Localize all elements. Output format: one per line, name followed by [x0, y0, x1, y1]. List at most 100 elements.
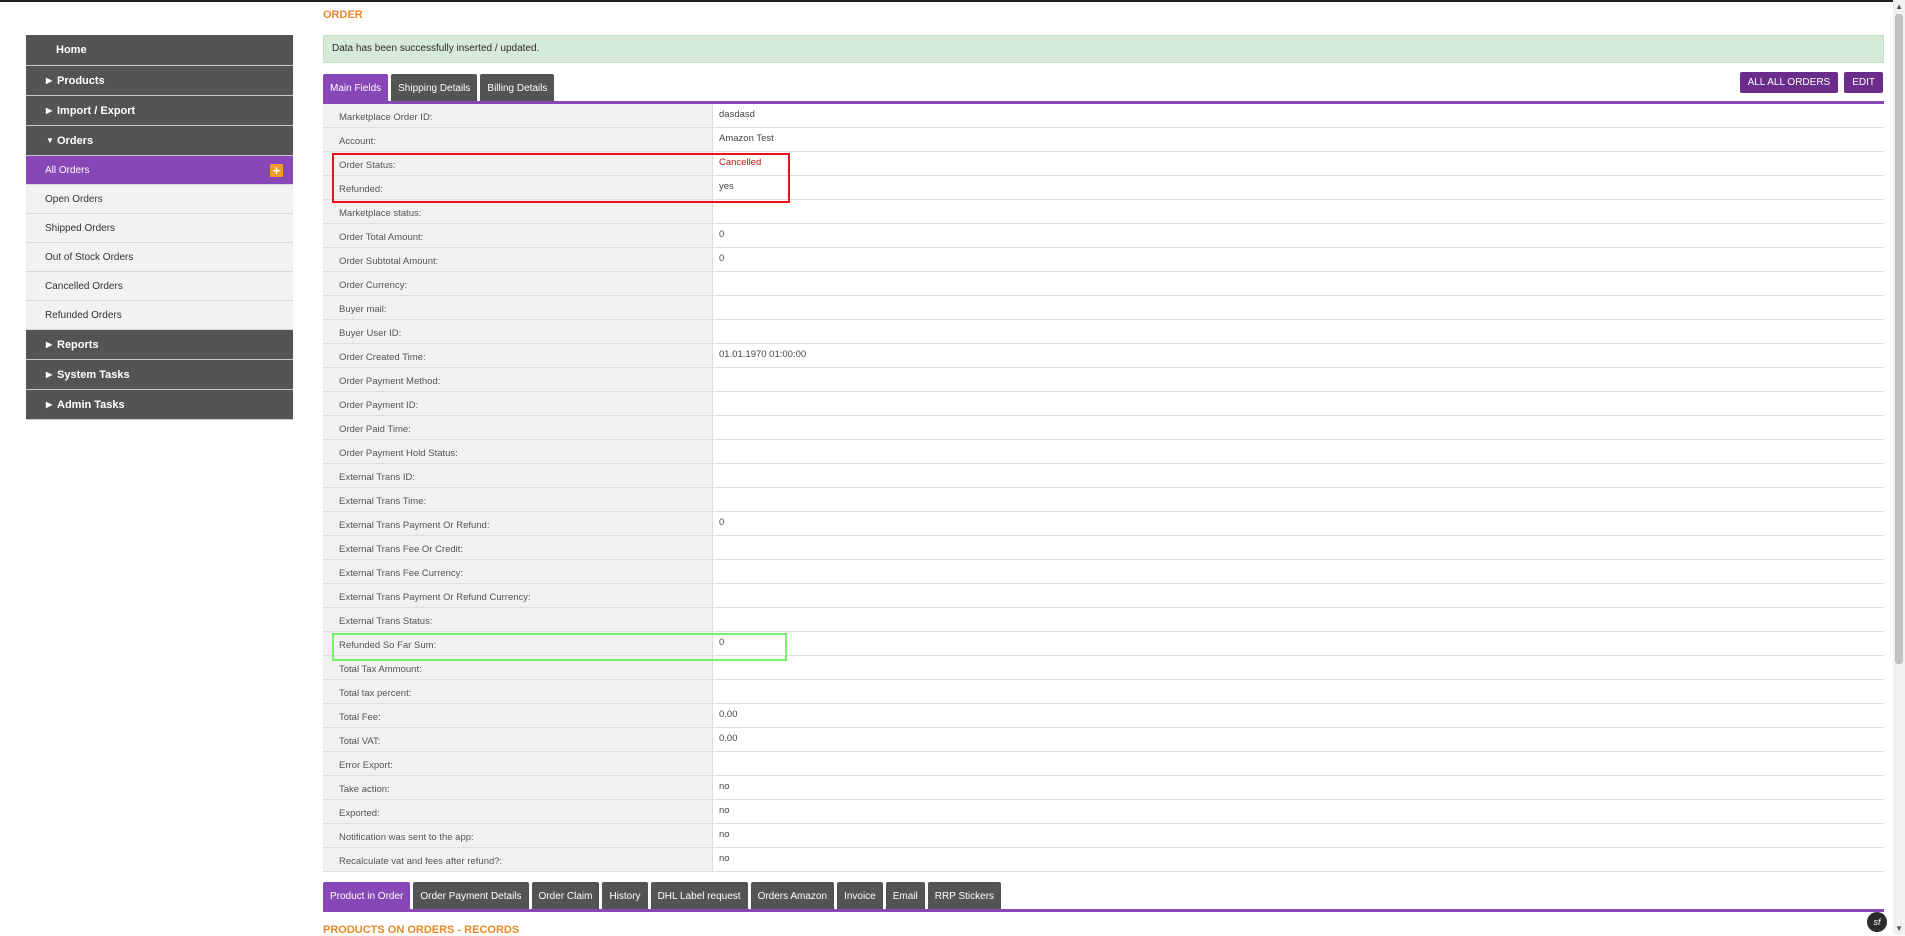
- sidebar-item-label: Shipped Orders: [45, 222, 116, 234]
- field-label: Order Payment Hold Status:: [323, 440, 713, 463]
- sidebar-home[interactable]: Home: [26, 35, 293, 66]
- field-row: Buyer User ID:: [323, 320, 1884, 344]
- bottom-tab[interactable]: Invoice: [837, 882, 883, 910]
- bottom-tab[interactable]: DHL Label request: [650, 882, 748, 910]
- sidebar-item-label: Refunded Orders: [45, 309, 122, 321]
- sidebar-nav: Home ▶ Products ▶ Import / Export ▼ Orde…: [26, 35, 293, 420]
- page-title: ORDER: [323, 9, 363, 21]
- field-value: 0: [719, 517, 725, 528]
- field-value: [713, 584, 1884, 607]
- field-row: Order Subtotal Amount: 0: [323, 248, 1884, 272]
- field-label: Order Status:: [323, 152, 713, 175]
- field-label: Order Payment ID:: [323, 392, 713, 415]
- field-label: External Trans Payment Or Refund Currenc…: [323, 584, 713, 607]
- scroll-up-icon[interactable]: ▲: [1895, 2, 1903, 11]
- sidebar-products[interactable]: ▶ Products: [26, 66, 293, 96]
- plus-icon[interactable]: +: [270, 164, 283, 177]
- bottom-tabs: Product in Order Order Payment Details Ord…: [323, 882, 1002, 910]
- top-tabs: Main Fields Shipping Details Billing Det…: [323, 74, 555, 102]
- sidebar-item-all-orders[interactable]: All Orders +: [26, 156, 293, 185]
- field-value: [713, 656, 1884, 679]
- field-row: Error Export:: [323, 752, 1884, 776]
- field-row: Account: Amazon Test: [323, 128, 1884, 152]
- sidebar-products-label: Products: [57, 74, 105, 87]
- field-row: Order Currency:: [323, 272, 1884, 296]
- field-value: [713, 296, 1884, 319]
- sidebar-item-label: Open Orders: [45, 193, 103, 205]
- field-value: [713, 200, 1884, 223]
- tab-main-fields[interactable]: Main Fields: [323, 74, 389, 102]
- bottom-tab[interactable]: Email: [885, 882, 925, 910]
- bottom-tab[interactable]: RRP Stickers: [927, 882, 1002, 910]
- scrollbar-thumb[interactable]: [1895, 14, 1903, 664]
- field-label: Marketplace status:: [323, 200, 713, 223]
- tab-shipping-details[interactable]: Shipping Details: [391, 74, 478, 102]
- sidebar-reports[interactable]: ▶ Reports: [26, 330, 293, 360]
- success-alert: Data has been successfully inserted / up…: [323, 35, 1884, 63]
- sidebar-import-export[interactable]: ▶ Import / Export: [26, 96, 293, 126]
- sidebar-system-tasks[interactable]: ▶ System Tasks: [26, 360, 293, 390]
- tab-billing-details[interactable]: Billing Details: [480, 74, 555, 102]
- bottom-tab[interactable]: History: [602, 882, 648, 910]
- field-row: Total VAT: 0.00: [323, 728, 1884, 752]
- field-label: Order Subtotal Amount:: [323, 248, 713, 271]
- field-label: Refunded So Far Sum:: [323, 632, 713, 655]
- field-label: Total Tax Ammount:: [323, 656, 713, 679]
- field-row: Order Created Time: 01.01.1970 01:00:00: [323, 344, 1884, 368]
- caret-down-icon: ▼: [46, 136, 54, 145]
- field-value: 0.00: [719, 709, 738, 720]
- field-row: Total Fee: 0.00: [323, 704, 1884, 728]
- bottom-tab[interactable]: Order Claim: [531, 882, 600, 910]
- scroll-down-icon[interactable]: ▼: [1895, 924, 1903, 933]
- sidebar-home-label: Home: [56, 44, 87, 56]
- field-value: no: [719, 805, 730, 816]
- sidebar-item-label: Cancelled Orders: [45, 280, 123, 292]
- bottom-tab[interactable]: Product in Order: [323, 882, 411, 910]
- sidebar-item-open-orders[interactable]: Open Orders: [26, 185, 293, 214]
- sidebar-item-label: Out of Stock Orders: [45, 251, 134, 263]
- field-value: [713, 752, 1884, 775]
- vertical-scrollbar[interactable]: ▲ ▼: [1893, 0, 1905, 935]
- sidebar-item-out-of-stock-orders[interactable]: Out of Stock Orders: [26, 243, 293, 272]
- field-value: [713, 536, 1884, 559]
- field-value: Cancelled: [719, 157, 762, 168]
- sidebar-item-cancelled-orders[interactable]: Cancelled Orders: [26, 272, 293, 301]
- field-label: Take action:: [323, 776, 713, 799]
- symfony-toolbar-icon[interactable]: sf: [1867, 912, 1887, 932]
- field-label: Order Total Amount:: [323, 224, 713, 247]
- sidebar-item-shipped-orders[interactable]: Shipped Orders: [26, 214, 293, 243]
- field-row: Total Tax Ammount:: [323, 656, 1884, 680]
- field-value: [713, 320, 1884, 343]
- field-label: Order Paid Time:: [323, 416, 713, 439]
- field-label: Exported:: [323, 800, 713, 823]
- field-row: Refunded: yes: [323, 176, 1884, 200]
- field-row: Order Status: Cancelled: [323, 152, 1884, 176]
- all-orders-button[interactable]: ALL ALL ORDERS: [1739, 72, 1839, 93]
- sidebar-orders[interactable]: ▼ Orders: [26, 126, 293, 156]
- field-label: Refunded:: [323, 176, 713, 199]
- bottom-tab[interactable]: Orders Amazon: [750, 882, 835, 910]
- field-label: Total VAT:: [323, 728, 713, 751]
- field-row: External Trans Fee Or Credit:: [323, 536, 1884, 560]
- field-value: [713, 440, 1884, 463]
- field-value: [713, 488, 1884, 511]
- field-value: no: [719, 853, 730, 864]
- bottom-tab[interactable]: Order Payment Details: [413, 882, 529, 910]
- field-value: [713, 464, 1884, 487]
- sidebar-item-refunded-orders[interactable]: Refunded Orders: [26, 301, 293, 330]
- edit-button[interactable]: EDIT: [1844, 72, 1883, 93]
- field-row: External Trans Payment Or Refund Currenc…: [323, 584, 1884, 608]
- field-label: Notification was sent to the app:: [323, 824, 713, 847]
- field-value: 01.01.1970 01:00:00: [719, 349, 807, 360]
- field-label: Order Created Time:: [323, 344, 713, 367]
- field-value: dasdasd: [719, 109, 755, 120]
- field-value: 0: [719, 637, 725, 648]
- field-row: Exported: no: [323, 800, 1884, 824]
- field-label: Buyer User ID:: [323, 320, 713, 343]
- field-label: External Trans Fee Currency:: [323, 560, 713, 583]
- field-row: External Trans Fee Currency:: [323, 560, 1884, 584]
- field-label: External Trans Status:: [323, 608, 713, 631]
- field-label: Total Fee:: [323, 704, 713, 727]
- sidebar-admin-tasks[interactable]: ▶ Admin Tasks: [26, 390, 293, 420]
- field-label: Buyer mail:: [323, 296, 713, 319]
